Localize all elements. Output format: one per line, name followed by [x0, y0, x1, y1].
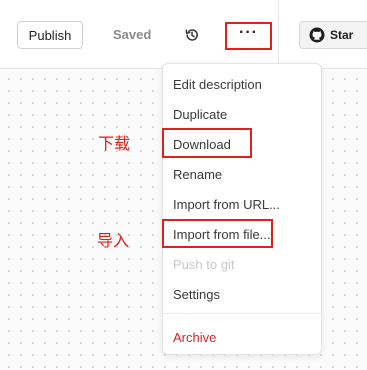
top-toolbar: Publish Saved ··· Star: [0, 0, 367, 69]
more-horizontal-icon: ···: [239, 24, 258, 41]
history-icon[interactable]: [184, 27, 200, 43]
menu-item-edit-description[interactable]: Edit description: [173, 77, 262, 92]
toolbar-divider: [278, 0, 279, 68]
publish-button[interactable]: Publish: [17, 21, 83, 49]
saved-status: Saved: [113, 27, 152, 42]
star-label: Star: [330, 28, 354, 42]
import-annotation: 导入: [97, 233, 130, 250]
download-annotation: 下载: [98, 136, 131, 153]
menu-divider: [163, 313, 321, 314]
more-options-menu: Edit description Duplicate Download Rena…: [162, 63, 322, 355]
menu-item-archive[interactable]: Archive: [173, 330, 216, 345]
menu-item-rename[interactable]: Rename: [173, 167, 222, 182]
github-icon: [309, 27, 325, 43]
github-star-button[interactable]: Star: [299, 21, 367, 49]
menu-item-settings[interactable]: Settings: [173, 287, 220, 302]
more-options-button[interactable]: ···: [225, 22, 272, 50]
menu-item-duplicate[interactable]: Duplicate: [173, 107, 227, 122]
menu-item-download[interactable]: Download: [173, 137, 231, 152]
menu-item-import-from-url[interactable]: Import from URL...: [173, 197, 280, 212]
menu-item-import-from-file[interactable]: Import from file...: [173, 227, 271, 242]
menu-item-push-to-git: Push to git: [173, 257, 235, 272]
